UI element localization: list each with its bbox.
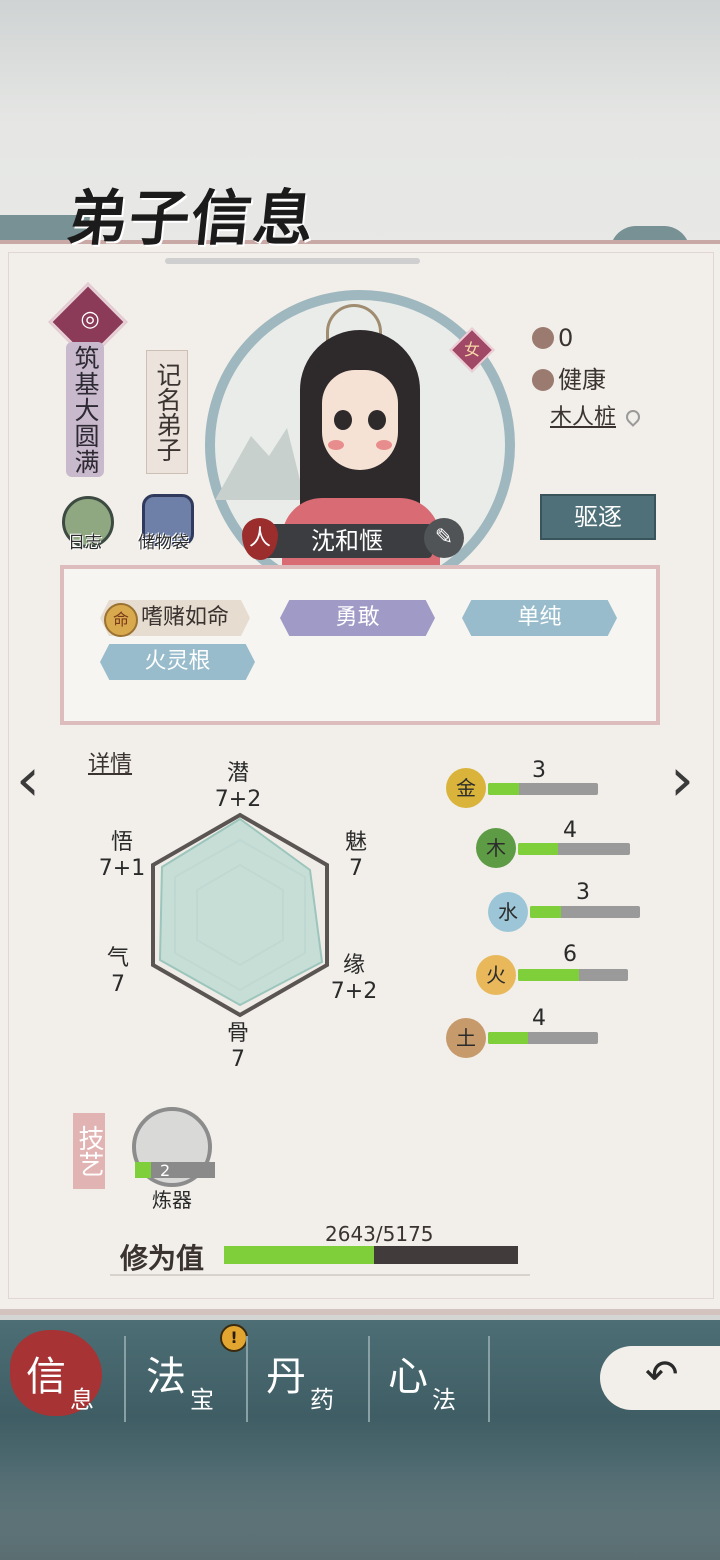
eye — [368, 410, 386, 430]
mood-status: 0 — [532, 324, 573, 352]
attr-label: 缘 — [342, 953, 365, 978]
element-value: 4 — [563, 818, 577, 843]
trait-tag[interactable]: 勇敢 — [280, 600, 435, 636]
log-label[interactable]: 日志 — [68, 528, 102, 553]
element-bar — [530, 906, 640, 918]
fate-icon: 命 — [104, 603, 138, 637]
page-title: 弟子信息 — [63, 184, 320, 254]
attr-label: 气 — [106, 946, 129, 971]
attr-value: 7 — [111, 972, 125, 997]
heart-plus-icon — [532, 369, 554, 391]
attribute-radar-chart — [151, 812, 329, 1018]
element-bar — [518, 969, 628, 981]
element-bar — [488, 1032, 598, 1044]
attr-value: 7+2 — [330, 979, 378, 1004]
map-pin-icon — [623, 407, 643, 427]
skill-level: 2 — [160, 1161, 171, 1180]
title-underline — [165, 258, 420, 264]
cultivation-progress-fill — [224, 1246, 374, 1264]
element-value: 3 — [532, 758, 546, 783]
disciple-name[interactable]: 沈和惬 — [262, 524, 432, 558]
attr-label: 潜 — [226, 761, 249, 786]
cultivation-value: 2643/5175 — [325, 1222, 434, 1246]
alert-icon: ! — [220, 1324, 248, 1352]
realm-label: 筑基大圆满 — [66, 342, 104, 477]
trait-tag[interactable]: 火灵根 — [100, 644, 255, 680]
element-bar-fill — [488, 783, 519, 795]
broom-job-icon[interactable]: ✎ — [424, 518, 464, 558]
nav-shading — [0, 1460, 720, 1560]
detail-link[interactable]: 详情 — [88, 746, 132, 778]
cultivation-label: 修为值 — [120, 1242, 205, 1275]
fire-icon: 火 — [476, 955, 516, 995]
element-value: 3 — [576, 880, 590, 905]
element-value: 6 — [563, 942, 577, 967]
mood-icon — [532, 327, 554, 349]
back-arrow-icon[interactable]: ↶ — [645, 1352, 679, 1398]
storage-bag-label[interactable]: 储物袋 — [138, 528, 189, 553]
earth-icon: 土 — [446, 1018, 486, 1058]
metal-icon: 金 — [446, 768, 486, 808]
skill-progress-fill — [135, 1162, 151, 1178]
attr-value: 7 — [349, 856, 363, 881]
attr-label: 悟 — [110, 830, 133, 855]
tab-divider — [488, 1336, 490, 1422]
prev-disciple-arrow[interactable]: ‹ — [16, 745, 40, 815]
skills-label: 技艺 — [73, 1113, 105, 1189]
wood-icon: 木 — [476, 828, 516, 868]
eye — [334, 410, 352, 430]
rank-label: 记名弟子 — [146, 350, 188, 474]
location-status[interactable]: 木人桩 — [550, 399, 643, 431]
tab-pills[interactable]: 丹 药 — [246, 1330, 366, 1422]
tab-info[interactable]: 信 息 — [6, 1330, 126, 1422]
attr-label: 魅 — [344, 830, 367, 855]
attr-value: 7+1 — [98, 856, 146, 881]
tab-mind-method[interactable]: 心 法 — [368, 1330, 488, 1422]
element-value: 4 — [532, 1006, 546, 1031]
attr-label: 骨 — [226, 1021, 249, 1046]
health-status: 健康 — [532, 360, 606, 395]
element-bar-fill — [530, 906, 561, 918]
element-bar — [518, 843, 630, 855]
element-bar-fill — [488, 1032, 528, 1044]
skill-name: 炼器 — [152, 1188, 192, 1212]
next-disciple-arrow[interactable]: › — [670, 745, 694, 815]
divider — [110, 1274, 530, 1276]
attr-value: 7 — [231, 1047, 245, 1072]
element-bar-fill — [518, 843, 559, 855]
expel-button[interactable]: 驱逐 — [540, 494, 656, 540]
cheek-blush — [376, 440, 392, 450]
water-icon: 水 — [488, 892, 528, 932]
location-label[interactable]: 木人桩 — [550, 405, 616, 430]
element-bar — [488, 783, 598, 795]
element-bar-fill — [518, 969, 579, 981]
cheek-blush — [328, 440, 344, 450]
trait-tag[interactable]: 单纯 — [462, 600, 617, 636]
attr-value: 7+2 — [214, 787, 262, 812]
